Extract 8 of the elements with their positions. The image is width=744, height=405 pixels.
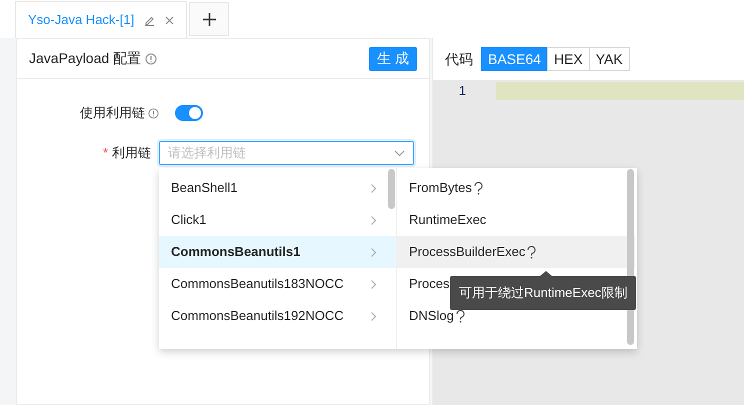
required-mark: * bbox=[102, 144, 108, 162]
line-number: 1 bbox=[458, 82, 466, 100]
placeholder: 请选择利用链 bbox=[168, 144, 246, 162]
tooltip-text: 可用于绕过RuntimeExec限制 bbox=[459, 284, 628, 302]
panel-title: 代码 bbox=[445, 50, 473, 68]
field-label: 利用链 bbox=[112, 144, 151, 162]
field-label: 使用利用链 bbox=[80, 104, 145, 122]
panel-title: JavaPayload 配置 bbox=[29, 49, 142, 68]
